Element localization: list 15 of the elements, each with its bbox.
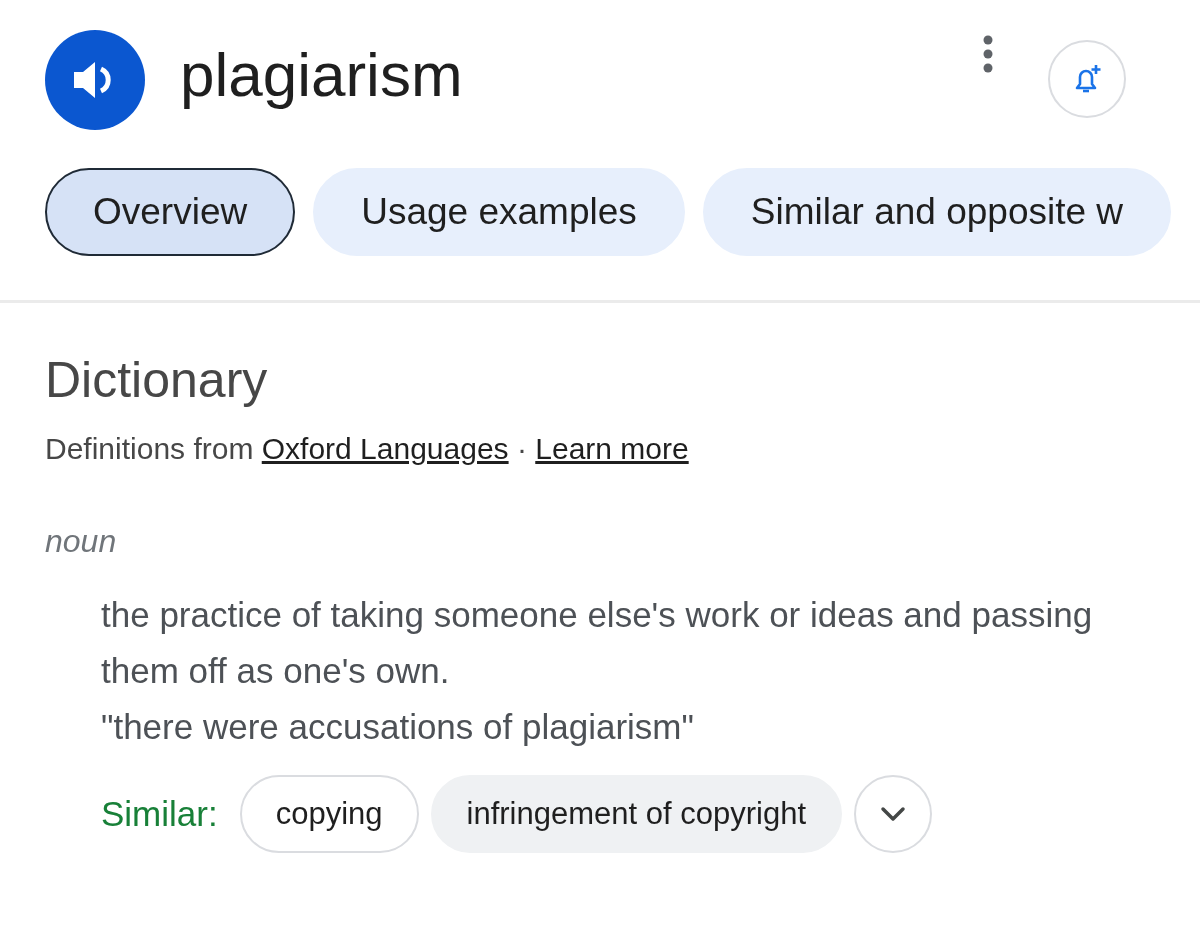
synonym-chip[interactable]: copying — [239, 775, 419, 853]
tab[interactable]: Usage examples — [313, 168, 685, 256]
part-of-speech: noun — [45, 522, 118, 561]
similar-label: Similar: — [101, 792, 218, 835]
tab[interactable]: Overview — [45, 168, 296, 256]
section-title: Dictionary — [45, 353, 269, 408]
source-line: Definitions from Oxford Languages · Learn more — [45, 431, 690, 467]
learn-more-link[interactable]: Learn more — [535, 432, 689, 465]
source-link[interactable]: Oxford Languages — [261, 432, 509, 465]
headword: plagiarism — [180, 44, 463, 111]
definition-text: the practice of taking someone else's work or ideas and passing them off as one's own. — [101, 594, 1094, 692]
chevron-down-icon — [880, 806, 906, 822]
tab[interactable]: Similar and opposite w — [702, 168, 1172, 256]
example-sentence: "there were accusations of plagiarism" — [101, 706, 695, 748]
synonym-chip[interactable]: infringement of copyright — [430, 775, 842, 853]
